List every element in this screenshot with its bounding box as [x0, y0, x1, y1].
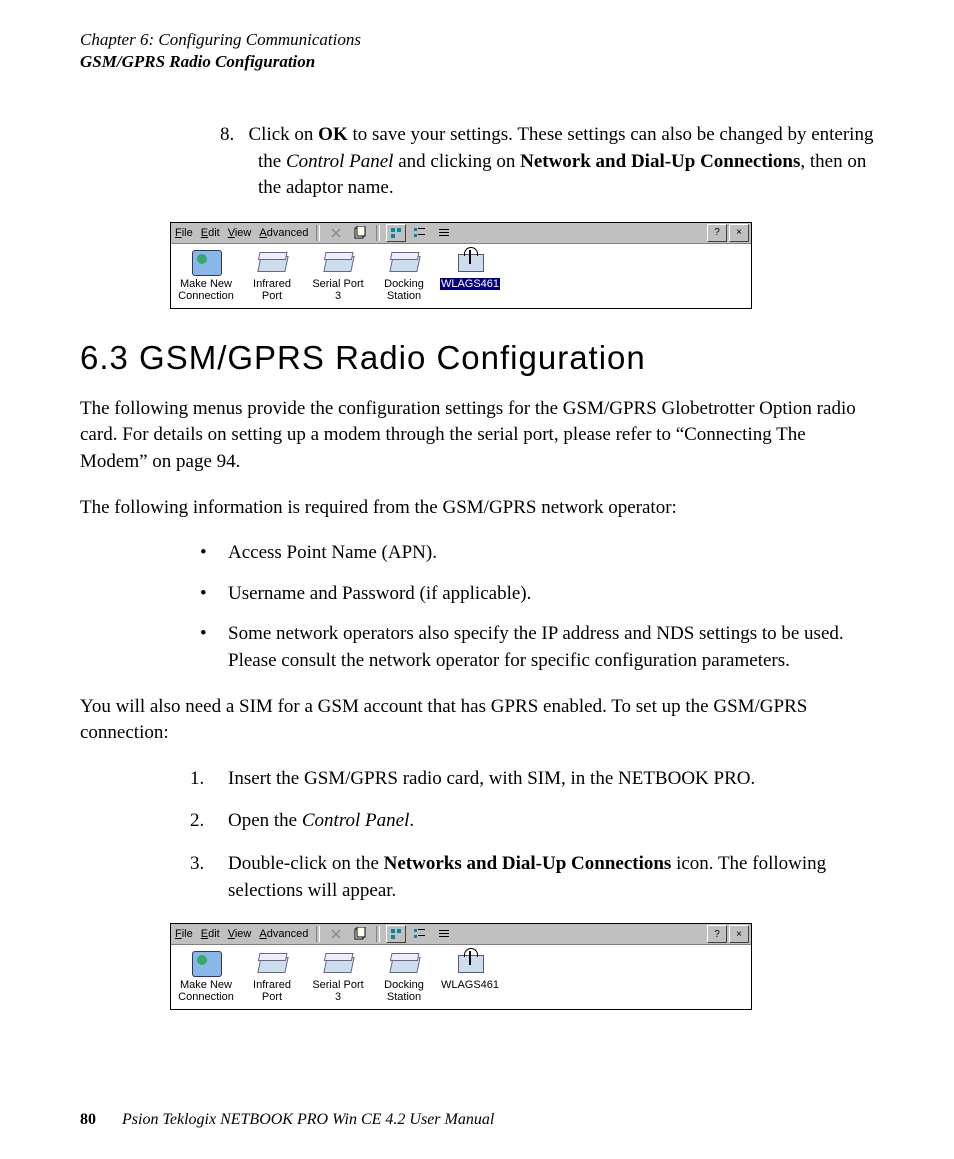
item-infrared-port[interactable]: Infrared Port — [241, 949, 303, 1005]
toolbar-large-icons-icon[interactable] — [386, 224, 406, 242]
item-serial-port-3[interactable]: Serial Port 3 — [307, 949, 369, 1005]
setup-steps: 1. Insert the GSM/GPRS radio card, with … — [150, 766, 874, 904]
step-3: 3. Double-click on the Networks and Dial… — [190, 851, 874, 904]
item-label: Infrared Port — [241, 979, 303, 1003]
text: Insert the GSM/GPRS radio card, with SIM… — [228, 768, 755, 789]
item-label: Infrared Port — [241, 278, 303, 302]
ok-bold: OK — [318, 124, 348, 145]
bullet-user-pass: Username and Password (if applicable). — [200, 581, 874, 608]
toolbar-cut-icon[interactable] — [326, 925, 346, 943]
text: and clicking on — [393, 151, 520, 172]
menu-advanced[interactable]: Advanced — [257, 226, 310, 240]
control-panel-italic: Control Panel — [286, 151, 394, 172]
toolbar-properties-icon[interactable] — [350, 224, 370, 242]
step-number: 3. — [190, 851, 204, 878]
section-heading: 6.3 GSM/GPRS Radio Configuration — [80, 339, 874, 377]
item-label: Docking Station — [373, 278, 435, 302]
item-make-new-connection[interactable]: Make New Connection — [175, 248, 237, 304]
toolbar-details-icon[interactable] — [434, 925, 454, 943]
item-label: Serial Port 3 — [307, 979, 369, 1003]
sim-paragraph: You will also need a SIM for a GSM accou… — [80, 694, 874, 747]
item-infrared-port[interactable]: Infrared Port — [241, 248, 303, 304]
text: Double-click on the — [228, 853, 384, 874]
control-panel-italic: Control Panel — [302, 810, 410, 831]
running-head-chapter: Chapter 6: Configuring Communications — [80, 30, 874, 50]
menu-file[interactable]: File — [173, 226, 195, 240]
toolbar-large-icons-icon[interactable] — [386, 925, 406, 943]
menu-file[interactable]: File — [173, 927, 195, 941]
network-connections-window: File Edit View Advanced ? × Make New Con… — [170, 923, 752, 1010]
item-wlags461[interactable]: WLAGS461 — [439, 248, 501, 304]
requirements-list: Access Point Name (APN). Username and Pa… — [160, 540, 874, 674]
close-button[interactable]: × — [729, 224, 749, 242]
step-1: 1. Insert the GSM/GPRS radio card, with … — [190, 766, 874, 793]
footer-text: Psion Teklogix NETBOOK PRO Win CE 4.2 Us… — [122, 1111, 494, 1128]
item-make-new-connection[interactable]: Make New Connection — [175, 949, 237, 1005]
item-label: WLAGS461 — [440, 278, 500, 290]
menu-edit[interactable]: Edit — [199, 226, 222, 240]
menu-view[interactable]: View — [226, 927, 254, 941]
item-wlags461[interactable]: WLAGS461 — [439, 949, 501, 1005]
running-head-section: GSM/GPRS Radio Configuration — [80, 52, 874, 72]
close-button[interactable]: × — [729, 925, 749, 943]
step-number: 2. — [190, 808, 204, 835]
window-toolbar: File Edit View Advanced ? × — [171, 223, 751, 244]
step-8: 8. Click on OK to save your settings. Th… — [150, 122, 874, 202]
item-label: Make New Connection — [175, 979, 237, 1003]
item-label: Make New Connection — [175, 278, 237, 302]
item-label: WLAGS461 — [440, 979, 500, 991]
ndc-bold: Network and Dial-Up Connections — [520, 151, 800, 172]
text: Click on — [249, 124, 319, 145]
ndc-bold: Networks and Dial-Up Connections — [384, 853, 672, 874]
toolbar-cut-icon[interactable] — [326, 224, 346, 242]
bullet-ip-nds: Some network operators also specify the … — [200, 621, 874, 674]
intro-paragraph-2: The following information is required fr… — [80, 495, 874, 522]
item-docking-station[interactable]: Docking Station — [373, 949, 435, 1005]
toolbar-small-icons-icon[interactable] — [410, 925, 430, 943]
item-label: Serial Port 3 — [307, 278, 369, 302]
page-number: 80 — [80, 1111, 96, 1128]
intro-paragraph-1: The following menus provide the configur… — [80, 396, 874, 476]
step-2: 2. Open the Control Panel. — [190, 808, 874, 835]
item-serial-port-3[interactable]: Serial Port 3 — [307, 248, 369, 304]
text: Open the — [228, 810, 302, 831]
item-label: Docking Station — [373, 979, 435, 1003]
step-number: 8. — [220, 124, 234, 145]
bullet-apn: Access Point Name (APN). — [200, 540, 874, 567]
toolbar-properties-icon[interactable] — [350, 925, 370, 943]
help-button[interactable]: ? — [707, 224, 727, 242]
item-docking-station[interactable]: Docking Station — [373, 248, 435, 304]
menu-advanced[interactable]: Advanced — [257, 927, 310, 941]
toolbar-small-icons-icon[interactable] — [410, 224, 430, 242]
menu-edit[interactable]: Edit — [199, 927, 222, 941]
help-button[interactable]: ? — [707, 925, 727, 943]
toolbar-details-icon[interactable] — [434, 224, 454, 242]
page-footer: 80 Psion Teklogix NETBOOK PRO Win CE 4.2… — [80, 1111, 494, 1129]
network-connections-window: File Edit View Advanced ? × Make New Con… — [170, 222, 752, 309]
menu-view[interactable]: View — [226, 226, 254, 240]
step-number: 1. — [190, 766, 204, 793]
text: . — [409, 810, 414, 831]
window-toolbar: File Edit View Advanced ? × — [171, 924, 751, 945]
